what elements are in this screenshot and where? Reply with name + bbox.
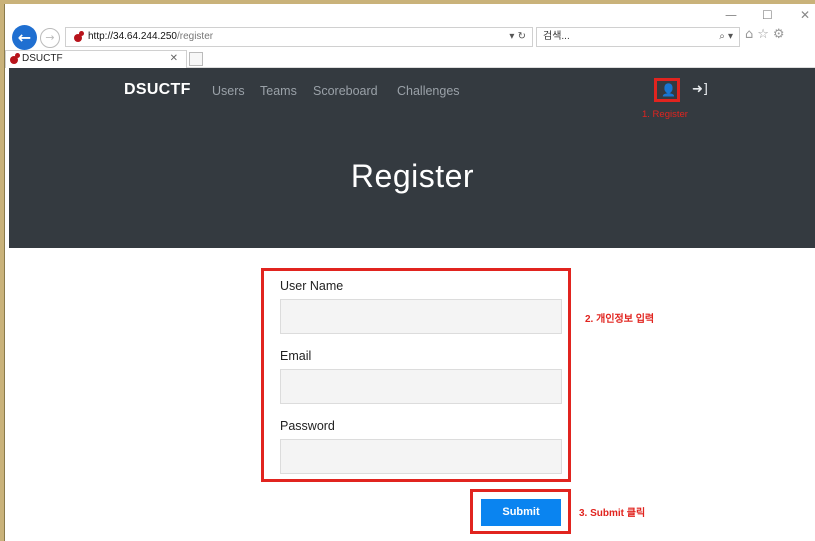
password-input[interactable] [280, 439, 562, 474]
maximize-icon[interactable]: ☐ [762, 8, 773, 22]
minimize-icon[interactable]: — [725, 8, 737, 22]
tab-bar: DSUCTF ✕ [5, 50, 815, 68]
address-bar[interactable]: http://34.64.244.250/register ▾ ↻ [65, 27, 533, 47]
register-highlight: 👤 [654, 78, 680, 102]
tab-title: DSUCTF [22, 53, 63, 64]
gear-icon[interactable]: ⚙ [773, 27, 789, 42]
nav-challenges[interactable]: Challenges [397, 84, 460, 98]
email-label: Email [280, 349, 312, 363]
annotation-step3: 3. Submit 클릭 [579, 508, 646, 519]
site-header: DSUCTF Users Teams Scoreboard Challenges… [9, 68, 815, 248]
home-icon[interactable]: ⌂ [745, 27, 757, 42]
user-plus-icon[interactable]: 👤 [661, 83, 676, 97]
browser-window: — ☐ ✕ ← → http://34.64.244.250/register … [4, 4, 815, 541]
register-form: User Name Email Password [261, 268, 571, 482]
close-window-icon[interactable]: ✕ [800, 8, 810, 22]
email-input[interactable] [280, 369, 562, 404]
annotation-step2: 2. 개인정보 입력 [585, 314, 655, 325]
username-label: User Name [280, 279, 344, 293]
tab-dsuctf[interactable]: DSUCTF ✕ [5, 50, 187, 68]
refresh-icon[interactable]: ▾ ↻ [509, 28, 526, 46]
username-input[interactable] [280, 299, 562, 334]
page-title: Register [350, 158, 475, 194]
favorites-star-icon[interactable]: ☆ [757, 27, 773, 42]
submit-button[interactable]: Submit [481, 499, 561, 526]
sign-in-icon[interactable]: ➜] [692, 82, 708, 97]
back-button[interactable]: ← [12, 25, 37, 50]
browser-tool-icons: ⌂☆⚙ [745, 27, 789, 42]
site-favicon-icon [74, 31, 84, 42]
search-placeholder: 검색... [543, 31, 570, 42]
url-path: /register [176, 31, 214, 42]
navbar: DSUCTF Users Teams Scoreboard Challenges… [9, 68, 815, 120]
password-label: Password [280, 419, 335, 433]
nav-users[interactable]: Users [212, 84, 245, 98]
url-host: http://34.64.244.250 [88, 31, 177, 42]
site-brand[interactable]: DSUCTF [124, 81, 191, 99]
forward-button[interactable]: → [40, 28, 60, 48]
nav-scoreboard[interactable]: Scoreboard [313, 84, 378, 98]
nav-teams[interactable]: Teams [260, 84, 297, 98]
new-tab-button[interactable] [189, 52, 203, 66]
close-tab-icon[interactable]: ✕ [170, 51, 178, 67]
search-icon[interactable]: ⌕ ▾ [719, 28, 733, 46]
annotation-step1: 1. Register [642, 109, 688, 120]
tab-favicon-icon [10, 53, 20, 64]
submit-highlight: Submit [470, 489, 571, 534]
browser-toolbar: — ☐ ✕ ← → http://34.64.244.250/register … [5, 4, 815, 50]
search-field[interactable]: 검색... ⌕ ▾ [536, 27, 740, 47]
